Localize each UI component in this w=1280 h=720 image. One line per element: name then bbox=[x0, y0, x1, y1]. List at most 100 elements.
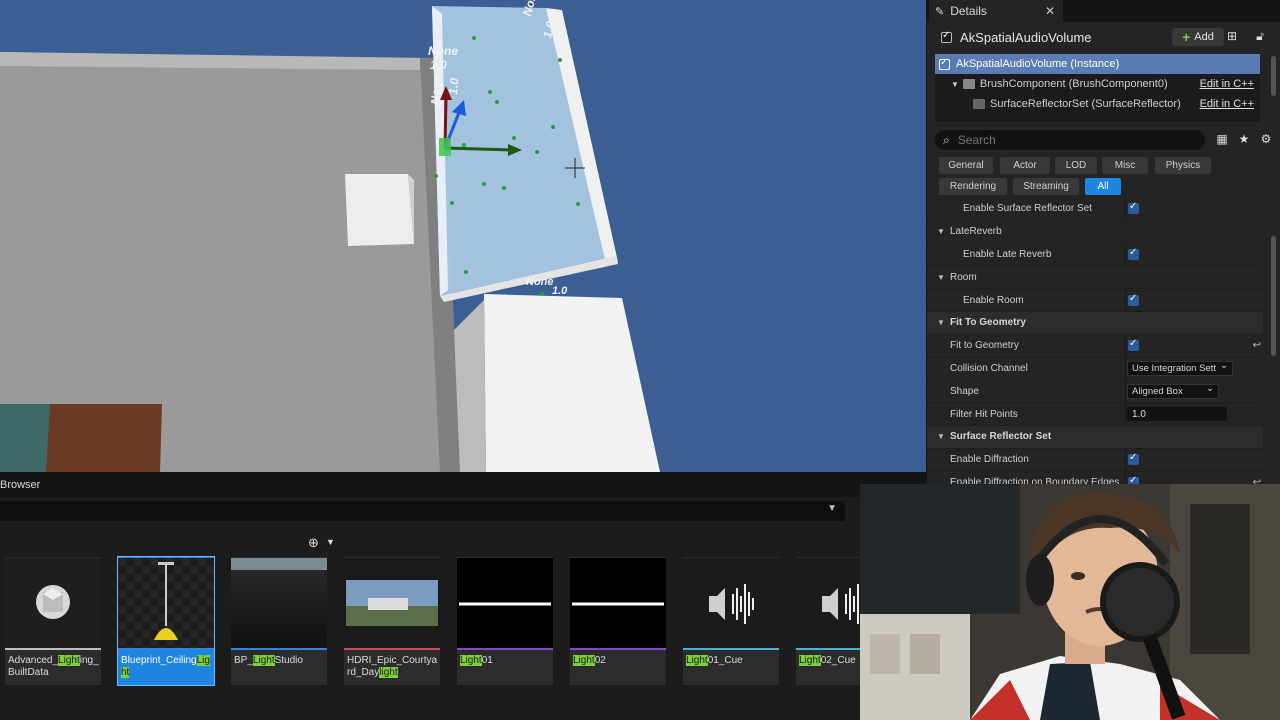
category-row[interactable]: ▼ Surface Reflector Set bbox=[927, 425, 1263, 449]
search-highlight: Light bbox=[252, 655, 275, 666]
column-divider[interactable] bbox=[1125, 380, 1126, 403]
property-checkbox[interactable] bbox=[1128, 247, 1139, 260]
waveform-icon bbox=[457, 558, 553, 648]
level-viewport[interactable]: None 1.0 None 1.0 None 1.0 None 1.0 bbox=[0, 0, 926, 472]
category-label: Fit To Geometry bbox=[950, 317, 1026, 329]
content-browser: Browser ▼ ⊕ ▼ Advanced_Lighting_BuiltDat… bbox=[0, 473, 860, 720]
asset-name: Light01_Cue bbox=[686, 655, 778, 667]
details-tab-bar: ✎ Details ✕ bbox=[927, 0, 1280, 22]
expand-arrow-icon[interactable]: ▼ bbox=[937, 273, 945, 282]
property-checkbox[interactable] bbox=[1128, 293, 1139, 306]
expand-arrow-icon[interactable]: ▼ bbox=[937, 432, 945, 441]
asset-name: BP_LightStudio bbox=[234, 655, 326, 667]
property-checkbox[interactable] bbox=[1128, 452, 1139, 466]
filter-tab-lod[interactable]: LOD bbox=[1055, 157, 1097, 174]
asset-tile[interactable]: HDRI_Epic_Courtyard_Daylight bbox=[344, 557, 440, 685]
asset-tile[interactable]: BP_LightStudio bbox=[231, 557, 327, 685]
property-label: Enable Surface Reflector Set bbox=[963, 203, 1092, 215]
component-row-reflector[interactable]: SurfaceReflectorSet (SurfaceReflector) E… bbox=[935, 94, 1260, 114]
component-row-brush[interactable]: ▼ BrushComponent (BrushComponent0) Edit … bbox=[935, 74, 1260, 94]
actor-name: AkSpatialAudioVolume bbox=[960, 29, 1092, 45]
property-row: Enable Room bbox=[927, 289, 1263, 312]
blueprint-icon[interactable]: ⊞ bbox=[1223, 29, 1241, 45]
filter-tab-rendering[interactable]: Rendering bbox=[939, 178, 1007, 195]
property-dropdown[interactable]: Use Integration Sett ⌄ bbox=[1127, 360, 1233, 376]
scene-render bbox=[0, 6, 660, 472]
property-label: Collision Channel bbox=[950, 362, 1028, 374]
chevron-down-icon[interactable]: ▼ bbox=[827, 503, 837, 514]
filter-tab-misc[interactable]: Misc bbox=[1102, 157, 1148, 174]
table-view-icon[interactable]: ▦ bbox=[1213, 132, 1231, 148]
search-highlight: Light bbox=[573, 655, 595, 666]
component-checkbox[interactable] bbox=[939, 57, 950, 70]
webcam-image bbox=[860, 484, 1280, 720]
asset-tile[interactable]: Light02 bbox=[570, 557, 666, 685]
column-divider[interactable] bbox=[1125, 403, 1126, 425]
asset-toolbar: ⊕ ▼ bbox=[0, 527, 860, 557]
asset-tile[interactable]: Light01 bbox=[457, 557, 553, 685]
asset-tile[interactable]: Light01_Cue bbox=[683, 557, 779, 685]
property-checkbox[interactable] bbox=[1128, 475, 1139, 484]
details-search[interactable]: ⌕ bbox=[935, 130, 1205, 150]
edit-in-cpp-link[interactable]: Edit in C++ bbox=[1200, 78, 1254, 90]
search-highlight: light bbox=[379, 667, 398, 678]
search-input[interactable] bbox=[955, 132, 1160, 148]
asset-tile[interactable]: Light02_Cue bbox=[796, 557, 860, 685]
asset-tile[interactable]: Advanced_Lighting_BuiltData bbox=[5, 557, 101, 685]
gear-icon[interactable]: ⚙ bbox=[1257, 132, 1275, 148]
column-divider[interactable] bbox=[1125, 448, 1126, 471]
filter-tab-streaming[interactable]: Streaming bbox=[1013, 178, 1079, 195]
category-row[interactable]: ▼ Room bbox=[927, 266, 1263, 290]
column-divider[interactable] bbox=[1125, 334, 1126, 357]
search-highlight: Light bbox=[686, 655, 708, 666]
property-number-input[interactable]: 1.0 bbox=[1127, 407, 1227, 422]
column-divider[interactable] bbox=[1125, 243, 1126, 266]
actor-visible-checkbox[interactable] bbox=[941, 30, 952, 43]
lock-icon[interactable]: 🔓︎ bbox=[1251, 29, 1269, 45]
path-bar[interactable]: ▼ bbox=[0, 501, 845, 521]
filter-tab-actor[interactable]: Actor bbox=[1000, 157, 1050, 174]
expand-arrow-icon[interactable]: ▼ bbox=[951, 80, 959, 89]
property-checkbox[interactable] bbox=[1128, 201, 1139, 215]
add-component-button[interactable]: + Add bbox=[1172, 28, 1224, 46]
asset-thumbnail bbox=[344, 558, 440, 648]
column-divider[interactable] bbox=[1125, 289, 1126, 311]
add-filter-icon[interactable]: ⊕ bbox=[308, 535, 319, 551]
property-row: Enable Late Reverb bbox=[927, 243, 1263, 267]
asset-name-part: Blueprint_Ceiling bbox=[121, 655, 197, 666]
component-tree-scrollbar[interactable] bbox=[1271, 56, 1276, 96]
reset-to-default-icon[interactable]: ↩ bbox=[1253, 477, 1261, 484]
property-row: Shape Aligned Box ⌄ bbox=[927, 380, 1263, 404]
volume-label: None bbox=[428, 44, 458, 58]
volume-label: None bbox=[526, 276, 554, 288]
property-label: Filter Hit Points bbox=[950, 408, 1018, 420]
search-icon: ⌕ bbox=[943, 132, 950, 147]
filter-tab-all[interactable]: All bbox=[1085, 178, 1121, 195]
component-row-instance[interactable]: AkSpatialAudioVolume (Instance) bbox=[935, 54, 1260, 74]
search-highlight: Light bbox=[799, 655, 821, 666]
property-checkbox[interactable] bbox=[1128, 338, 1139, 352]
details-scrollbar[interactable] bbox=[1271, 236, 1276, 356]
filter-tab-general[interactable]: General bbox=[939, 157, 993, 174]
reset-to-default-icon[interactable]: ↩ bbox=[1253, 340, 1261, 351]
filter-tab-physics[interactable]: Physics bbox=[1155, 157, 1211, 174]
asset-type-strip bbox=[344, 648, 440, 650]
content-browser-tab[interactable]: Browser bbox=[0, 473, 860, 497]
property-row: Enable Surface Reflector Set bbox=[927, 198, 1263, 221]
asset-type-strip bbox=[796, 648, 860, 650]
star-icon[interactable]: ★ bbox=[1235, 132, 1253, 148]
asset-name: Advanced_Lighting_BuiltData bbox=[8, 655, 100, 679]
expand-arrow-icon[interactable]: ▼ bbox=[937, 318, 945, 327]
asset-tile[interactable]: Blueprint_CeilingLight bbox=[117, 556, 215, 686]
category-row[interactable]: ▼ Fit To Geometry bbox=[927, 311, 1263, 335]
column-divider[interactable] bbox=[1125, 198, 1126, 220]
column-divider[interactable] bbox=[1125, 471, 1126, 484]
expand-arrow-icon[interactable]: ▼ bbox=[937, 227, 945, 236]
details-tab[interactable]: ✎ Details ✕ bbox=[929, 0, 1063, 22]
category-row[interactable]: ▼ LateReverb bbox=[927, 221, 1263, 244]
edit-in-cpp-link[interactable]: Edit in C++ bbox=[1200, 98, 1254, 110]
close-icon[interactable]: ✕ bbox=[1045, 4, 1055, 18]
property-dropdown[interactable]: Aligned Box ⌄ bbox=[1127, 383, 1219, 399]
column-divider[interactable] bbox=[1125, 357, 1126, 380]
chevron-down-icon[interactable]: ▼ bbox=[326, 537, 335, 547]
